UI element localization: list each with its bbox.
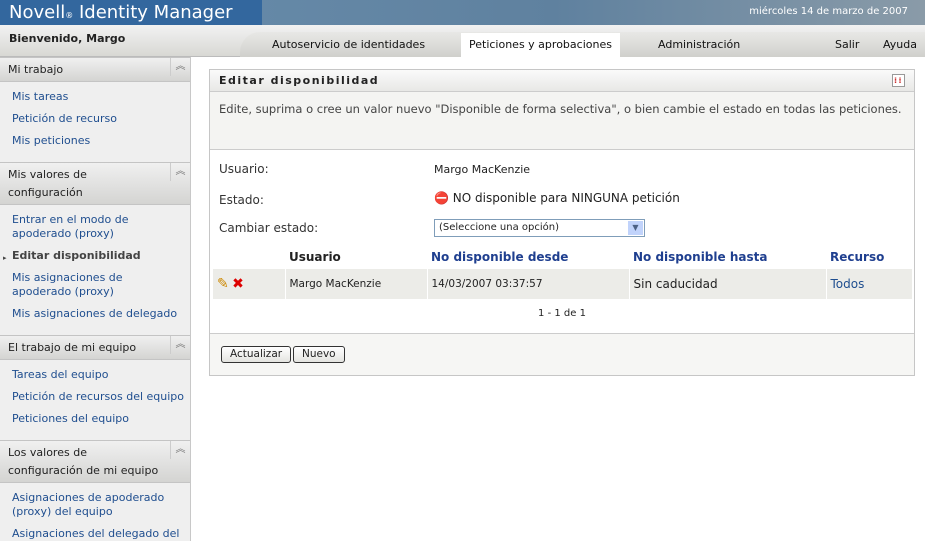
delete-icon[interactable]: ✖ <box>232 276 244 292</box>
banner: Novell® Identity Manager miércoles 14 de… <box>0 0 925 25</box>
change-status-select[interactable]: (Seleccione una opción) ▼ <box>434 219 645 237</box>
status-value: ⛔ NO disponible para NINGUNA petición <box>434 191 680 205</box>
section-title: El trabajo de mi equipo <box>8 341 137 354</box>
sidebar-item-team-tasks[interactable]: Tareas del equipo <box>0 364 190 386</box>
cell-user: Margo MacKenzie <box>285 269 428 299</box>
sidebar-item-proxy-mode[interactable]: Entrar en el modo de apoderado (proxy) <box>0 209 190 245</box>
sidebar-item-my-tasks[interactable]: Mis tareas <box>0 86 190 108</box>
sidebar-item-edit-availability[interactable]: Editar disponibilidad <box>0 245 190 267</box>
grid-options-icon[interactable]: ⁞⁞ <box>892 74 905 87</box>
refresh-button[interactable]: Actualizar <box>221 346 292 363</box>
brand-name: Novell <box>9 2 66 23</box>
section-title: Los valores de configuración de mi equip… <box>8 446 159 477</box>
sidebar-item-team-proxy-assignments[interactable]: Asignaciones de apoderado (proxy) del eq… <box>0 487 190 523</box>
section-my-settings[interactable]: Mis valores de configuración ︽ <box>0 162 190 205</box>
panel-description: Edite, suprima o cree un valor nuevo "Di… <box>210 92 914 150</box>
collapse-icon[interactable]: ︽ <box>170 441 190 459</box>
section-title: Mi trabajo <box>8 63 64 76</box>
sidebar-item-resource-request[interactable]: Petición de recurso <box>0 108 190 130</box>
sidebar-item-team-delegate-assignments[interactable]: Asignaciones del delegado del <box>0 523 190 545</box>
help-link[interactable]: Ayuda <box>883 33 917 57</box>
collapse-icon[interactable]: ︽ <box>170 163 190 181</box>
column-from[interactable]: No disponible desde <box>427 245 629 269</box>
availability-table: Usuario No disponible desde No disponibl… <box>213 245 913 299</box>
cell-to: Sin caducidad <box>629 269 827 299</box>
user-label: Usuario: <box>219 162 269 176</box>
collapse-icon[interactable]: ︽ <box>170 58 190 76</box>
product-logo: Novell® Identity Manager <box>0 0 262 25</box>
logout-link[interactable]: Salir <box>835 33 859 57</box>
section-team-settings[interactable]: Los valores de configuración de mi equip… <box>0 440 190 483</box>
panel-footer: Actualizar Nuevo <box>210 333 914 375</box>
column-to[interactable]: No disponible hasta <box>629 245 826 269</box>
table-row: ✎ ✖ Margo MacKenzie 14/03/2007 03:37:57 … <box>213 269 913 299</box>
user-unavailable-icon: ⛔ <box>434 191 449 205</box>
column-user: Usuario <box>289 250 341 264</box>
pagination: 1 - 1 de 1 <box>538 308 586 319</box>
welcome-text: Bienvenido, Margo <box>9 32 126 45</box>
sidebar-item-my-requests[interactable]: Mis peticiones <box>0 130 190 152</box>
new-button[interactable]: Nuevo <box>293 346 345 363</box>
product-name: Identity Manager <box>78 2 233 23</box>
tab-identity-self-service[interactable]: Autoservicio de identidades <box>272 33 425 57</box>
sidebar: Mi trabajo ︽ Mis tareas Petición de recur… <box>0 57 191 541</box>
column-resource[interactable]: Recurso <box>826 245 913 269</box>
selected-option: (Seleccione una opción) <box>439 222 559 233</box>
change-status-label: Cambiar estado: <box>219 221 319 235</box>
section-title: Mis valores de configuración <box>8 168 87 199</box>
sidebar-item-my-proxy-assignments[interactable]: Mis asignaciones de apoderado (proxy) <box>0 267 190 303</box>
panel-title: Editar disponibilidad <box>219 74 380 87</box>
edit-icon[interactable]: ✎ <box>217 276 229 292</box>
cell-resource[interactable]: Todos <box>826 269 913 299</box>
tab-requests-approvals[interactable]: Peticiones y aprobaciones <box>461 33 620 57</box>
sidebar-item-team-resource-request[interactable]: Petición de recursos del equipo <box>0 386 190 408</box>
cell-from: 14/03/2007 03:37:57 <box>427 269 630 299</box>
user-value: Margo MacKenzie <box>434 163 531 176</box>
tab-administration[interactable]: Administración <box>658 33 740 57</box>
chevron-down-icon[interactable]: ▼ <box>628 221 643 235</box>
current-date: miércoles 14 de marzo de 2007 <box>749 6 908 17</box>
section-team-work[interactable]: El trabajo de mi equipo ︽ <box>0 335 190 360</box>
edit-availability-panel: Editar disponibilidad ⁞⁞ Edite, suprima o… <box>209 69 915 376</box>
nav-bar: Bienvenido, Margo Autoservicio de identi… <box>0 25 925 57</box>
sidebar-item-team-requests[interactable]: Peticiones del equipo <box>0 408 190 430</box>
sidebar-item-my-delegate-assignments[interactable]: Mis asignaciones de delegado <box>0 303 190 325</box>
registered-mark: ® <box>65 11 74 20</box>
status-label: Estado: <box>219 193 264 207</box>
status-text: NO disponible para NINGUNA petición <box>452 191 680 205</box>
panel-header: Editar disponibilidad ⁞⁞ <box>210 70 914 92</box>
section-my-work[interactable]: Mi trabajo ︽ <box>0 57 190 82</box>
collapse-icon[interactable]: ︽ <box>170 336 190 354</box>
